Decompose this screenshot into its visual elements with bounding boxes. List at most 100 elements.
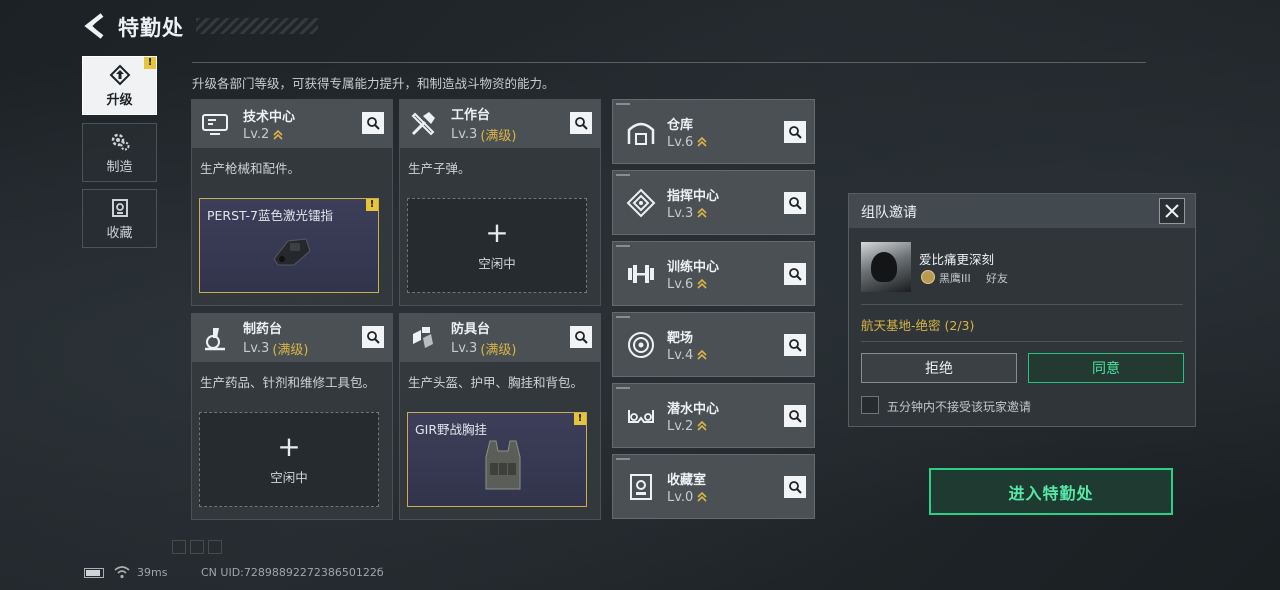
slot-badge: ! bbox=[574, 413, 586, 425]
production-slot-empty[interactable]: + 空闲中 bbox=[199, 412, 379, 507]
card-search-button[interactable] bbox=[784, 192, 806, 214]
level-up-chevron-icon bbox=[697, 491, 707, 502]
card-command-center[interactable]: 指挥中心 Lv.3 bbox=[612, 170, 815, 235]
armor-icon bbox=[413, 327, 433, 348]
tab-collection[interactable]: 收藏 bbox=[82, 189, 157, 248]
slot-idle-label: 空闲中 bbox=[270, 470, 308, 485]
enter-special-ops-button[interactable]: 进入特勤处 bbox=[929, 468, 1173, 515]
card-level: Lv.3 bbox=[451, 127, 478, 142]
map-name: 航天基地-绝密 (2/3) bbox=[861, 318, 975, 333]
card-search-button[interactable] bbox=[784, 405, 806, 427]
production-slot-item[interactable]: PERST-7蓝色激光镭指 ! bbox=[199, 198, 379, 293]
close-button[interactable] bbox=[1159, 198, 1185, 224]
page-title: 特勤处 bbox=[118, 16, 184, 40]
diving-icon bbox=[628, 409, 654, 423]
tools-icon bbox=[411, 112, 435, 136]
card-name: 工作台 bbox=[451, 108, 491, 123]
vault-icon bbox=[630, 473, 652, 500]
card-search-button[interactable] bbox=[784, 476, 806, 498]
wifi-icon bbox=[114, 566, 130, 579]
avatar bbox=[861, 242, 911, 292]
max-level-tag: (满级) bbox=[272, 343, 309, 358]
level-up-chevron-icon bbox=[697, 136, 707, 147]
card-warehouse[interactable]: 仓库 Lv.6 bbox=[612, 99, 815, 164]
card-vault-room[interactable]: 收藏室 Lv.0 bbox=[612, 454, 815, 519]
upgrade-icon bbox=[109, 64, 130, 85]
slot-badge: ! bbox=[366, 199, 378, 211]
card-level: Lv.3 bbox=[243, 341, 270, 356]
card-search-button[interactable] bbox=[362, 112, 384, 134]
card-training-center[interactable]: 训练中心 Lv.6 bbox=[612, 241, 815, 306]
player-uid: CN UID:7289889227238650122б bbox=[201, 566, 384, 579]
card-level: Lv.3 bbox=[667, 205, 694, 221]
back-button[interactable] bbox=[82, 12, 108, 40]
card-diving-center[interactable]: 潜水中心 Lv.2 bbox=[612, 383, 815, 448]
tab-craft-label: 制造 bbox=[106, 159, 133, 175]
card-shooting-range[interactable]: 靶场 Lv.4 bbox=[612, 312, 815, 377]
level-up-chevron-icon bbox=[697, 420, 707, 431]
player-name: 爱比痛更深刻 bbox=[919, 252, 995, 267]
level-up-chevron-icon bbox=[697, 278, 707, 289]
card-search-button[interactable] bbox=[784, 121, 806, 143]
tab-upgrade[interactable]: 升级 ! bbox=[82, 56, 157, 115]
card-description: 生产枪械和配件。 bbox=[200, 161, 301, 176]
card-level: Lv.0 bbox=[667, 489, 694, 505]
card-level: Lv.2 bbox=[667, 418, 694, 434]
back-arrow-icon bbox=[84, 13, 104, 39]
production-slot-item[interactable]: GIR野战胸挂 ! bbox=[407, 412, 587, 507]
search-icon bbox=[789, 126, 802, 139]
card-header: 工作台 Lv.3 (满级) bbox=[400, 100, 600, 148]
card-level: Lv.2 bbox=[243, 127, 270, 142]
card-search-button[interactable] bbox=[362, 326, 384, 348]
card-level: Lv.6 bbox=[667, 134, 694, 150]
mute-invite-label: 五分钟内不接受该玩家邀请 bbox=[887, 400, 1032, 414]
search-icon bbox=[789, 481, 802, 494]
title-decoration bbox=[196, 18, 318, 34]
mute-invite-checkbox[interactable] bbox=[861, 396, 879, 414]
card-name: 防具台 bbox=[451, 322, 491, 337]
card-name: 靶场 bbox=[667, 330, 694, 346]
search-icon bbox=[789, 339, 802, 352]
card-armor-bench: 防具台 Lv.3 (满级) 生产头盔、护甲、胸挂和背包。 GIR野战胸挂 ! bbox=[399, 313, 601, 520]
card-search-button[interactable] bbox=[784, 334, 806, 356]
accept-button[interactable]: 同意 bbox=[1028, 353, 1184, 383]
level-up-chevron-icon bbox=[697, 207, 707, 218]
ping-value: 39ms bbox=[137, 566, 168, 579]
add-icon: + bbox=[485, 216, 509, 249]
tab-craft[interactable]: 制造 bbox=[82, 123, 157, 182]
decoration-squares bbox=[172, 540, 232, 554]
header-divider bbox=[192, 62, 1146, 63]
card-workbench: 工作台 Lv.3 (满级) 生产子弹。 + 空闲中 bbox=[399, 99, 601, 306]
tab-upgrade-label: 升级 bbox=[106, 92, 133, 108]
search-icon bbox=[367, 331, 380, 344]
card-name: 仓库 bbox=[667, 117, 694, 133]
level-up-chevron-icon bbox=[697, 349, 707, 360]
command-icon bbox=[626, 188, 656, 217]
production-slot-empty[interactable]: + 空闲中 bbox=[407, 198, 587, 293]
card-header: 制药台 Lv.3 (满级) bbox=[192, 314, 392, 362]
tab-upgrade-badge: ! bbox=[144, 57, 156, 69]
card-search-button[interactable] bbox=[570, 112, 592, 134]
card-tech-center: 技术中心 Lv.2 生产枪械和配件。 PERST-7蓝色激光镭指 ! bbox=[191, 99, 393, 306]
card-description: 生产药品、针剂和维修工具包。 bbox=[200, 375, 376, 390]
level-up-chevron-icon bbox=[273, 129, 283, 140]
card-header: 技术中心 Lv.2 bbox=[192, 100, 392, 148]
card-search-button[interactable] bbox=[784, 263, 806, 285]
battery-icon bbox=[84, 568, 104, 578]
card-search-button[interactable] bbox=[570, 326, 592, 348]
divider bbox=[861, 304, 1183, 305]
invite-title: 组队邀请 bbox=[861, 205, 917, 221]
search-icon bbox=[789, 410, 802, 423]
card-level: Lv.4 bbox=[667, 347, 694, 363]
search-icon bbox=[575, 117, 588, 130]
card-name: 潜水中心 bbox=[667, 401, 720, 417]
warehouse-icon bbox=[627, 122, 655, 145]
close-icon bbox=[1165, 204, 1179, 218]
search-icon bbox=[367, 117, 380, 130]
card-name: 指挥中心 bbox=[667, 188, 720, 204]
team-invite-dialog: 组队邀请 爱比痛更深刻 黑鹰III 好友 航天基地-绝密 (2/3) 拒绝 同意… bbox=[848, 193, 1196, 427]
search-icon bbox=[789, 268, 802, 281]
microscope-icon bbox=[205, 328, 225, 351]
reject-button[interactable]: 拒绝 bbox=[861, 353, 1017, 383]
monitor-icon bbox=[202, 114, 228, 135]
